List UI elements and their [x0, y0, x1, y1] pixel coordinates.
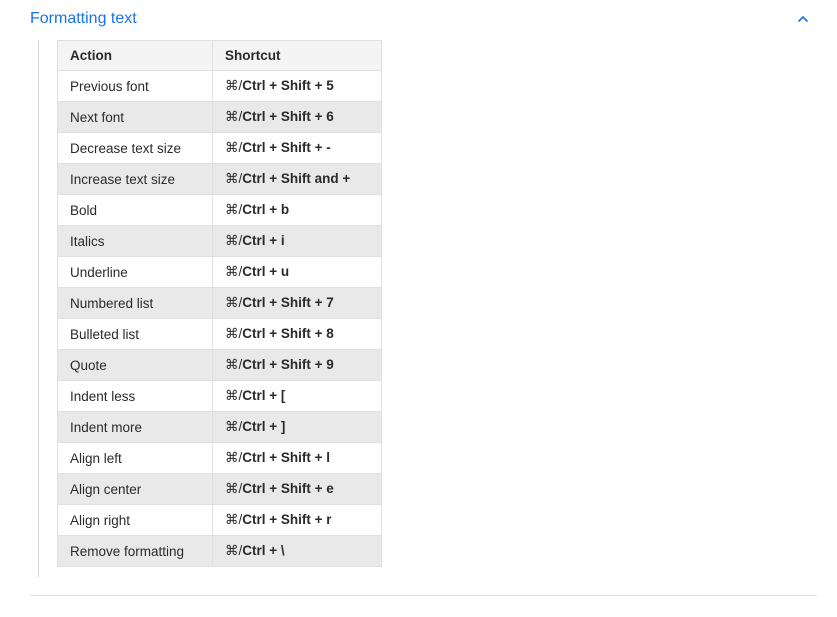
table-row: Align right⌘/Ctrl + Shift + r	[58, 505, 382, 536]
shortcut-prefix: ⌘/	[225, 419, 242, 434]
table-row: Increase text size⌘/Ctrl + Shift and +	[58, 164, 382, 195]
shortcut-keys: Ctrl + \	[242, 543, 284, 558]
table-row: Decrease text size⌘/Ctrl + Shift + -	[58, 133, 382, 164]
action-cell: Italics	[58, 226, 213, 257]
shortcut-prefix: ⌘/	[225, 450, 242, 465]
shortcut-keys: Ctrl + Shift + 6	[242, 109, 334, 124]
shortcut-keys: Ctrl + Shift + 8	[242, 326, 334, 341]
action-cell: Bold	[58, 195, 213, 226]
shortcut-prefix: ⌘/	[225, 388, 242, 403]
action-cell: Align right	[58, 505, 213, 536]
shortcut-prefix: ⌘/	[225, 78, 242, 93]
shortcut-cell: ⌘/Ctrl + ]	[213, 412, 382, 443]
table-row: Indent more⌘/Ctrl + ]	[58, 412, 382, 443]
section-body: Action Shortcut Previous font⌘/Ctrl + Sh…	[38, 40, 817, 577]
action-cell: Align center	[58, 474, 213, 505]
action-cell: Increase text size	[58, 164, 213, 195]
action-cell: Bulleted list	[58, 319, 213, 350]
table-row: Next font⌘/Ctrl + Shift + 6	[58, 102, 382, 133]
shortcut-prefix: ⌘/	[225, 171, 242, 186]
column-header-shortcut: Shortcut	[213, 41, 382, 71]
table-row: Previous font⌘/Ctrl + Shift + 5	[58, 71, 382, 102]
action-cell: Previous font	[58, 71, 213, 102]
shortcut-cell: ⌘/Ctrl + Shift + -	[213, 133, 382, 164]
action-cell: Numbered list	[58, 288, 213, 319]
shortcut-cell: ⌘/Ctrl + Shift + 8	[213, 319, 382, 350]
table-header-row: Action Shortcut	[58, 41, 382, 71]
chevron-up-icon	[795, 11, 811, 27]
shortcut-keys: Ctrl + Shift and +	[242, 171, 350, 186]
shortcut-prefix: ⌘/	[225, 202, 242, 217]
shortcut-cell: ⌘/Ctrl + [	[213, 381, 382, 412]
shortcut-keys: Ctrl + Shift + r	[242, 512, 331, 527]
shortcut-prefix: ⌘/	[225, 264, 242, 279]
table-row: Remove formatting⌘/Ctrl + \	[58, 536, 382, 567]
shortcut-prefix: ⌘/	[225, 140, 242, 155]
shortcut-cell: ⌘/Ctrl + Shift + 7	[213, 288, 382, 319]
shortcut-prefix: ⌘/	[225, 543, 242, 558]
table-row: Bulleted list⌘/Ctrl + Shift + 8	[58, 319, 382, 350]
shortcut-keys: Ctrl + Shift + 5	[242, 78, 334, 93]
table-row: Italics⌘/Ctrl + i	[58, 226, 382, 257]
shortcut-keys: Ctrl + Shift + 7	[242, 295, 334, 310]
shortcut-prefix: ⌘/	[225, 295, 242, 310]
shortcut-cell: ⌘/Ctrl + b	[213, 195, 382, 226]
shortcut-cell: ⌘/Ctrl + Shift + 5	[213, 71, 382, 102]
shortcut-cell: ⌘/Ctrl + Shift + 6	[213, 102, 382, 133]
table-row: Bold⌘/Ctrl + b	[58, 195, 382, 226]
shortcut-prefix: ⌘/	[225, 481, 242, 496]
shortcut-cell: ⌘/Ctrl + Shift + l	[213, 443, 382, 474]
shortcut-cell: ⌘/Ctrl + u	[213, 257, 382, 288]
shortcut-keys: Ctrl + [	[242, 388, 285, 403]
shortcut-keys: Ctrl + i	[242, 233, 284, 248]
section-title: Formatting text	[30, 10, 137, 28]
shortcut-keys: Ctrl + b	[242, 202, 289, 217]
shortcut-cell: ⌘/Ctrl + Shift + r	[213, 505, 382, 536]
shortcut-cell: ⌘/Ctrl + Shift + e	[213, 474, 382, 505]
shortcut-cell: ⌘/Ctrl + i	[213, 226, 382, 257]
table-row: Align center⌘/Ctrl + Shift + e	[58, 474, 382, 505]
shortcut-prefix: ⌘/	[225, 326, 242, 341]
shortcut-keys: Ctrl + ]	[242, 419, 285, 434]
shortcut-prefix: ⌘/	[225, 109, 242, 124]
table-row: Numbered list⌘/Ctrl + Shift + 7	[58, 288, 382, 319]
shortcut-cell: ⌘/Ctrl + \	[213, 536, 382, 567]
column-header-action: Action	[58, 41, 213, 71]
action-cell: Remove formatting	[58, 536, 213, 567]
section-divider	[30, 595, 817, 596]
table-row: Align left⌘/Ctrl + Shift + l	[58, 443, 382, 474]
formatting-section: Formatting text Action Shortcut Previous…	[0, 0, 837, 577]
shortcut-cell: ⌘/Ctrl + Shift + 9	[213, 350, 382, 381]
table-row: Underline⌘/Ctrl + u	[58, 257, 382, 288]
shortcut-prefix: ⌘/	[225, 512, 242, 527]
shortcut-keys: Ctrl + u	[242, 264, 289, 279]
shortcut-prefix: ⌘/	[225, 357, 242, 372]
action-cell: Next font	[58, 102, 213, 133]
shortcut-keys: Ctrl + Shift + l	[242, 450, 330, 465]
table-row: Indent less⌘/Ctrl + [	[58, 381, 382, 412]
action-cell: Align left	[58, 443, 213, 474]
shortcut-table: Action Shortcut Previous font⌘/Ctrl + Sh…	[57, 40, 382, 567]
action-cell: Underline	[58, 257, 213, 288]
section-header[interactable]: Formatting text	[30, 0, 817, 40]
shortcut-keys: Ctrl + Shift + e	[242, 481, 334, 496]
action-cell: Indent more	[58, 412, 213, 443]
table-row: Quote⌘/Ctrl + Shift + 9	[58, 350, 382, 381]
shortcut-prefix: ⌘/	[225, 233, 242, 248]
shortcut-keys: Ctrl + Shift + 9	[242, 357, 334, 372]
shortcut-keys: Ctrl + Shift + -	[242, 140, 331, 155]
shortcut-cell: ⌘/Ctrl + Shift and +	[213, 164, 382, 195]
action-cell: Decrease text size	[58, 133, 213, 164]
action-cell: Quote	[58, 350, 213, 381]
action-cell: Indent less	[58, 381, 213, 412]
